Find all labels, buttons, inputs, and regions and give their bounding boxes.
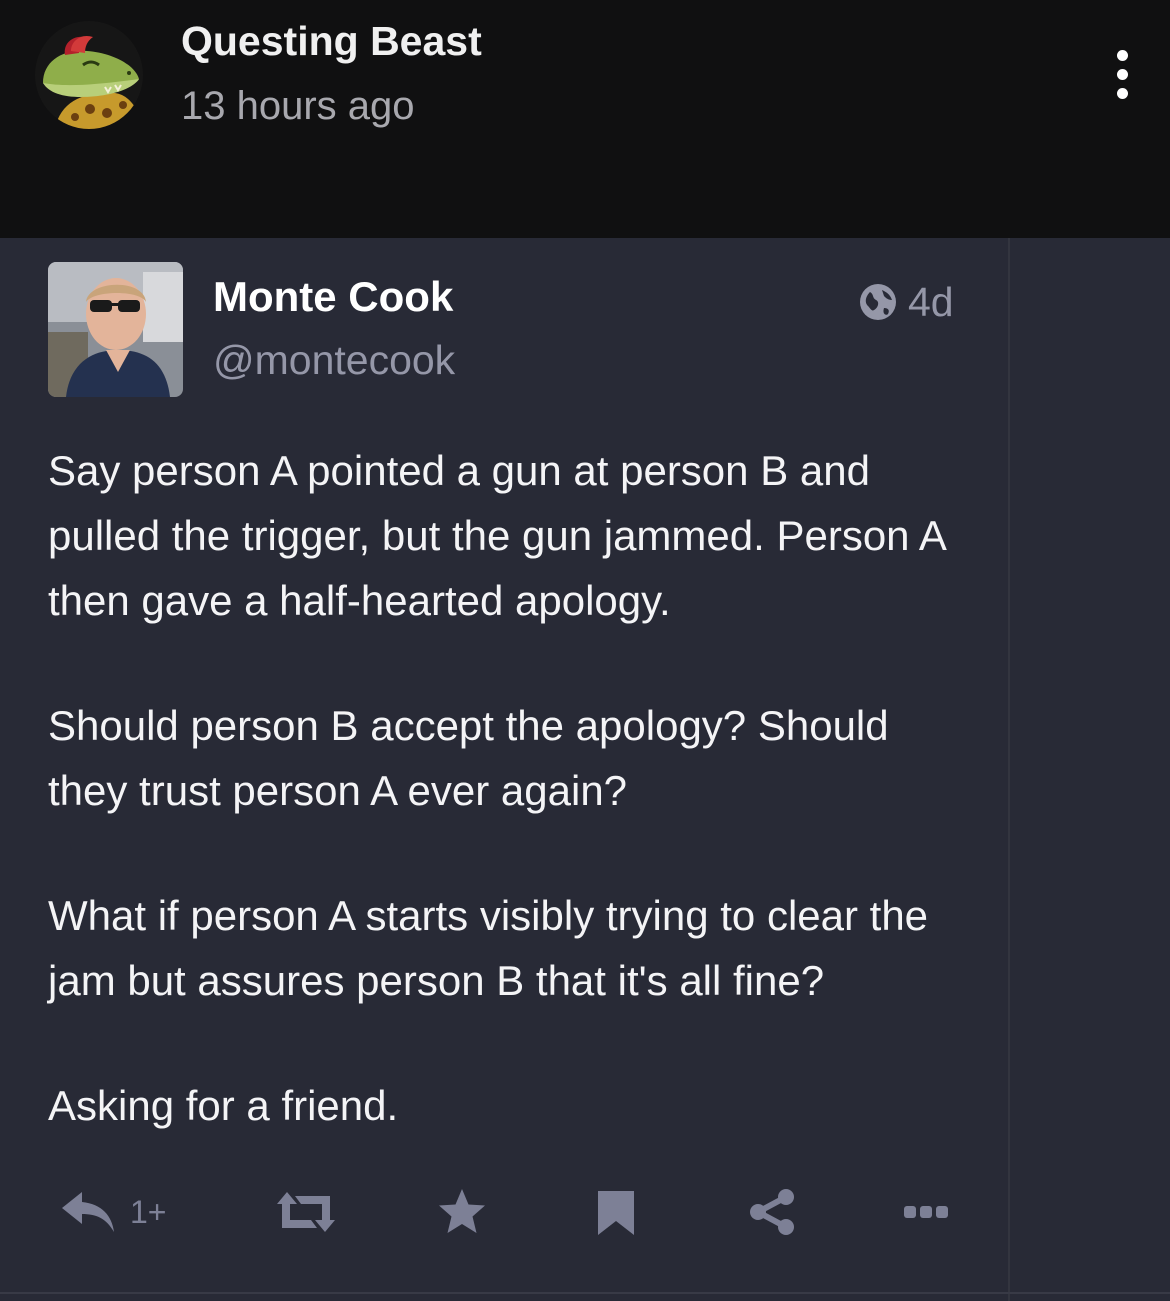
more-horizontal-button[interactable] <box>904 1180 948 1244</box>
toot-paragraph: Should person B accept the apology? Shou… <box>48 702 889 814</box>
more-horizontal-icon <box>904 1206 948 1218</box>
avatar[interactable] <box>35 21 143 129</box>
toot-handle[interactable]: @montecook <box>213 337 455 384</box>
toot-action-bar: 1+ <box>0 1180 1008 1244</box>
card-side-panel <box>1008 238 1170 1301</box>
toot-avatar[interactable] <box>48 262 183 397</box>
reply-button[interactable]: 1+ <box>60 1180 166 1244</box>
globe-icon <box>860 284 896 320</box>
person-photo-icon <box>48 262 183 397</box>
toot-age-link[interactable]: 4d <box>858 278 954 325</box>
toot-paragraph: What if person A starts visibly trying t… <box>48 892 929 1004</box>
boost-icon <box>277 1192 335 1232</box>
favourite-button[interactable] <box>436 1180 488 1244</box>
post-header: Questing Beast 13 hours ago <box>0 0 1170 238</box>
divider <box>0 1292 1170 1294</box>
bookmark-icon <box>598 1191 634 1235</box>
star-icon <box>439 1189 485 1233</box>
boost-button[interactable] <box>275 1180 337 1244</box>
reply-count: 1+ <box>130 1193 167 1230</box>
toot-paragraph: Say person A pointed a gun at person B a… <box>48 447 945 624</box>
post-timestamp: 13 hours ago <box>181 84 415 128</box>
post-author-name[interactable]: Questing Beast <box>181 18 482 65</box>
toot-age: 4d <box>908 278 954 325</box>
bookmark-button[interactable] <box>596 1180 636 1244</box>
toot-display-name[interactable]: Monte Cook <box>213 273 453 321</box>
toot-content: Say person A pointed a gun at person B a… <box>48 438 978 1138</box>
share-button[interactable] <box>748 1180 796 1244</box>
dragon-avatar-icon <box>35 21 143 129</box>
more-vertical-icon[interactable] <box>1104 50 1140 102</box>
screenshot-page: Questing Beast 13 hours ago Monte Cook @… <box>0 0 1170 1301</box>
reply-icon <box>62 1192 114 1232</box>
toot-paragraph: Asking for a friend. <box>48 1082 399 1129</box>
share-icon <box>750 1189 794 1235</box>
